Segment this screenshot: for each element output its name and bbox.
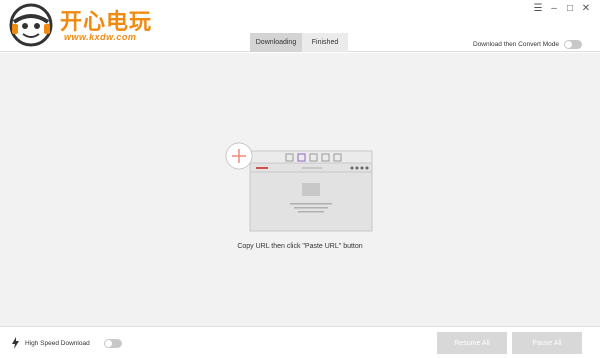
mascot-logo-icon <box>9 3 53 47</box>
download-list-area: Copy URL then click "Paste URL" button <box>0 53 600 326</box>
tab-bar: Downloading Finished <box>250 33 348 52</box>
footer-bar: High Speed Download Resume All Pause All <box>0 326 600 358</box>
minimize-icon[interactable]: – <box>548 2 560 14</box>
maximize-icon[interactable]: □ <box>564 2 576 14</box>
app-logo: 开心电玩 www.kxdw.com <box>8 2 158 48</box>
high-speed-setting: High Speed Download <box>12 337 122 349</box>
high-speed-label: High Speed Download <box>25 339 90 347</box>
title-bar: 开心电玩 www.kxdw.com ☰ – □ ✕ Downloading Fi… <box>0 0 600 52</box>
paste-url-hint: Copy URL then click "Paste URL" button <box>237 243 363 250</box>
logo-url: www.kxdw.com <box>64 32 137 42</box>
high-speed-toggle[interactable] <box>103 338 122 348</box>
resume-all-button[interactable]: Resume All <box>437 332 507 354</box>
paste-url-illustration <box>225 142 373 232</box>
toggle-knob <box>565 41 572 48</box>
window-controls: ☰ – □ ✕ <box>532 2 592 14</box>
tab-finished[interactable]: Finished <box>302 33 348 52</box>
menu-icon[interactable]: ☰ <box>532 2 544 14</box>
convert-mode-toggle[interactable] <box>564 40 582 49</box>
convert-mode-label: Download then Convert Mode <box>473 41 559 48</box>
convert-mode-setting: Download then Convert Mode <box>473 40 582 49</box>
tab-downloading[interactable]: Downloading <box>250 33 302 52</box>
toggle-knob <box>104 339 112 347</box>
close-icon[interactable]: ✕ <box>580 2 592 14</box>
lightning-icon <box>12 337 19 349</box>
pause-all-button[interactable]: Pause All <box>512 332 582 354</box>
